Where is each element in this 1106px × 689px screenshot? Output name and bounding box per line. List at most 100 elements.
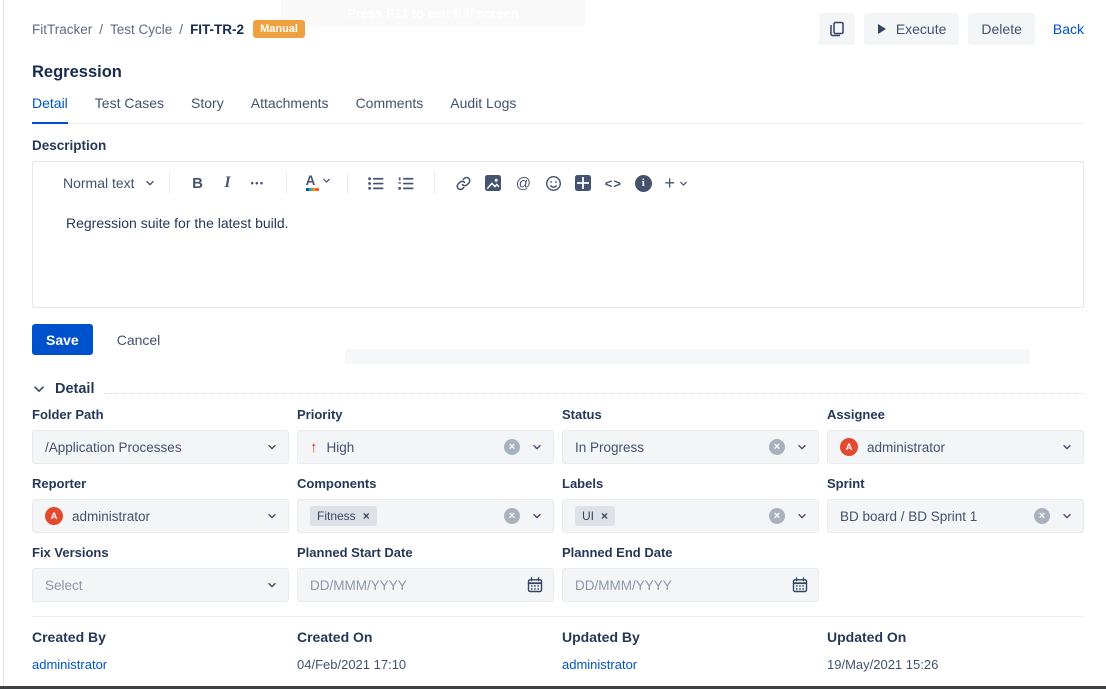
folder-path-value: /Application Processes (45, 440, 266, 455)
calendar-icon[interactable] (792, 577, 808, 593)
field-assignee: Assignee A administrator (827, 407, 1084, 464)
toolbar-divider (169, 172, 170, 194)
chevron-down-icon (678, 178, 689, 189)
color-swatch-bar (306, 188, 319, 191)
breadcrumb: FitTracker / Test Cycle / FIT-TR-2 Manua… (32, 20, 305, 38)
manual-badge: Manual (253, 20, 305, 38)
save-row: Save Cancel (32, 324, 1084, 355)
tab-comments[interactable]: Comments (356, 95, 424, 123)
delete-button[interactable]: Delete (968, 13, 1034, 45)
folder-path-select[interactable]: /Application Processes (32, 430, 289, 464)
text-color-letter: A (306, 175, 316, 186)
components-select[interactable]: Fitness × × (297, 499, 554, 533)
clear-icon[interactable]: × (504, 508, 520, 524)
link-icon[interactable] (454, 175, 472, 192)
priority-select[interactable]: ↑ High × (297, 430, 554, 464)
planned-start-date-input[interactable]: DD/MMM/YYYY (297, 568, 554, 602)
labels-select[interactable]: UI × × (562, 499, 819, 533)
copy-icon (829, 21, 845, 37)
tab-audit-logs[interactable]: Audit Logs (450, 95, 516, 123)
sprint-select[interactable]: BD board / BD Sprint 1 × (827, 499, 1084, 533)
insert-more-icon[interactable]: + (664, 174, 689, 192)
text-style-dropdown[interactable]: Normal text (63, 175, 156, 191)
calendar-icon[interactable] (527, 577, 543, 593)
clone-button[interactable] (819, 13, 855, 45)
detail-section-header: Detail (32, 381, 1084, 397)
assignee-label: Assignee (827, 407, 1084, 422)
meta-updated-on: Updated On 19/May/2021 15:26 (827, 629, 1084, 672)
editor-toolbar: Normal text B I ••• A (33, 162, 1083, 194)
table-icon[interactable] (574, 175, 592, 191)
bullet-list-icon[interactable] (367, 177, 385, 190)
bold-icon[interactable]: B (189, 176, 207, 191)
detail-fields-grid: Folder Path /Application Processes Prior… (32, 407, 1084, 602)
field-planned-start-date: Planned Start Date DD/MMM/YYYY (297, 545, 554, 602)
status-value: In Progress (575, 440, 769, 455)
assignee-value: administrator (867, 440, 1061, 455)
sprint-label: Sprint (827, 476, 1084, 491)
planned-end-date-label: Planned End Date (562, 545, 819, 560)
ordered-list-icon[interactable] (397, 177, 415, 190)
tag-chip: Fitness × (310, 506, 377, 526)
more-formatting-icon[interactable]: ••• (249, 179, 267, 188)
created-on-value: 04/Feb/2021 17:10 (297, 657, 554, 672)
planned-end-date-input[interactable]: DD/MMM/YYYY (562, 568, 819, 602)
clear-icon[interactable]: × (504, 439, 520, 455)
folder-path-label: Folder Path (32, 407, 289, 422)
chevron-down-icon (266, 510, 278, 522)
execute-label: Execute (896, 21, 947, 37)
cancel-button[interactable]: Cancel (117, 332, 161, 348)
tab-detail[interactable]: Detail (32, 95, 68, 124)
chevron-down-icon (1061, 510, 1073, 522)
meta-updated-by: Updated By administrator (562, 629, 819, 672)
reporter-select[interactable]: A administrator (32, 499, 289, 533)
chevron-down-icon (1061, 441, 1073, 453)
back-link[interactable]: Back (1053, 21, 1084, 37)
emoji-icon[interactable] (544, 175, 562, 192)
field-fix-versions: Fix Versions Select (32, 545, 289, 602)
info-panel-icon[interactable]: i (634, 175, 652, 192)
topbar: FitTracker / Test Cycle / FIT-TR-2 Manua… (32, 0, 1084, 45)
dotted-divider (104, 393, 1085, 394)
created-on-label: Created On (297, 629, 554, 645)
clear-icon[interactable]: × (769, 508, 785, 524)
chevron-down-icon (321, 175, 332, 186)
execute-button[interactable]: Execute (864, 13, 960, 45)
avatar: A (840, 438, 858, 456)
priority-value: High (327, 440, 505, 455)
description-content[interactable]: Regression suite for the latest build. (33, 194, 1083, 231)
tab-test-cases[interactable]: Test Cases (95, 95, 164, 123)
sprint-value: BD board / BD Sprint 1 (840, 509, 1034, 524)
clear-icon[interactable]: × (1034, 508, 1050, 524)
image-icon[interactable] (484, 175, 502, 191)
planned-start-date-placeholder: DD/MMM/YYYY (310, 578, 527, 593)
updated-by-link[interactable]: administrator (562, 657, 819, 672)
save-button[interactable]: Save (32, 324, 93, 355)
text-color-icon[interactable]: A (306, 175, 333, 191)
tag-remove-icon[interactable]: × (363, 509, 370, 523)
code-icon[interactable]: <> (604, 177, 622, 190)
tab-bar: Detail Test Cases Story Attachments Comm… (32, 95, 1084, 124)
header-actions: Execute Delete Back (819, 13, 1084, 45)
breadcrumb-project[interactable]: FitTracker (32, 22, 92, 37)
tab-attachments[interactable]: Attachments (251, 95, 329, 123)
tag-remove-icon[interactable]: × (601, 509, 608, 523)
assignee-select[interactable]: A administrator (827, 430, 1084, 464)
mention-icon[interactable]: @ (514, 176, 532, 191)
status-label: Status (562, 407, 819, 422)
updated-on-value: 19/May/2021 15:26 (827, 657, 1084, 672)
status-select[interactable]: In Progress × (562, 430, 819, 464)
created-by-link[interactable]: administrator (32, 657, 289, 672)
italic-icon[interactable]: I (219, 175, 237, 191)
collapse-chevron-icon[interactable] (32, 382, 46, 396)
clear-icon[interactable]: × (769, 439, 785, 455)
chevron-down-icon (531, 441, 543, 453)
fix-versions-select[interactable]: Select (32, 568, 289, 602)
tab-story[interactable]: Story (191, 95, 224, 123)
chevron-down-icon (266, 579, 278, 591)
updated-by-label: Updated By (562, 629, 819, 645)
field-empty (827, 545, 1084, 602)
components-tags: Fitness × (310, 506, 504, 526)
fix-versions-placeholder: Select (45, 578, 266, 593)
breadcrumb-test-cycle[interactable]: Test Cycle (110, 22, 172, 37)
